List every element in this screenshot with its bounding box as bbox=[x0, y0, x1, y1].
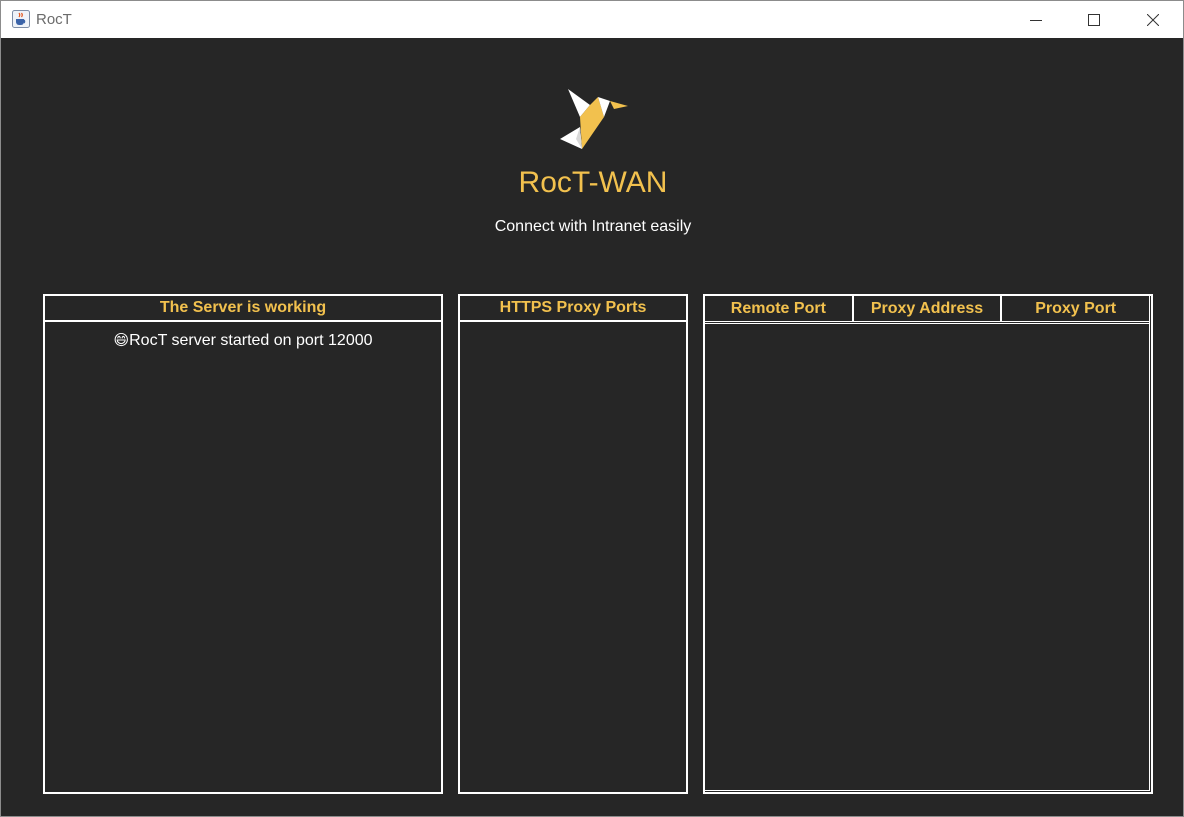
app-window: RocT RocT-WAN Connect with Intranet easi… bbox=[0, 0, 1184, 817]
app-title: RocT-WAN bbox=[518, 166, 668, 199]
proxy-table-panel: Remote Port Proxy Address Proxy Port bbox=[703, 294, 1153, 794]
app-subtitle: Connect with Intranet easily bbox=[494, 218, 692, 235]
title-bar: RocT bbox=[1, 1, 1183, 38]
maximize-icon bbox=[1088, 13, 1100, 26]
close-button[interactable] bbox=[1124, 1, 1182, 38]
https-proxy-ports-header: HTTPS Proxy Ports bbox=[460, 296, 686, 322]
minimize-icon bbox=[1030, 19, 1042, 21]
log-line: 😄RocT server started on port 12000 bbox=[45, 331, 441, 350]
server-status-header: The Server is working bbox=[45, 296, 441, 322]
column-remote-port[interactable]: Remote Port bbox=[705, 296, 854, 321]
minimize-button[interactable] bbox=[1007, 1, 1065, 38]
proxy-table: Remote Port Proxy Address Proxy Port bbox=[705, 296, 1150, 791]
column-proxy-address[interactable]: Proxy Address bbox=[854, 296, 1003, 321]
proxy-table-body[interactable] bbox=[705, 324, 1149, 790]
maximize-button[interactable] bbox=[1065, 1, 1123, 38]
java-cup-icon bbox=[12, 10, 30, 28]
window-title: RocT bbox=[36, 11, 72, 28]
https-proxy-ports-list[interactable] bbox=[460, 322, 686, 792]
main-content: RocT-WAN Connect with Intranet easily Th… bbox=[1, 38, 1183, 816]
column-proxy-port[interactable]: Proxy Port bbox=[1002, 296, 1149, 321]
server-status-panel: The Server is working 😄RocT server start… bbox=[43, 294, 443, 794]
proxy-table-header: Remote Port Proxy Address Proxy Port bbox=[705, 296, 1149, 324]
close-icon bbox=[1147, 13, 1159, 26]
origami-bird-icon bbox=[560, 89, 628, 149]
https-proxy-ports-panel: HTTPS Proxy Ports bbox=[458, 294, 688, 794]
log-line-text: RocT server started on port 12000 bbox=[129, 332, 373, 349]
smile-icon: 😄 bbox=[113, 331, 130, 349]
